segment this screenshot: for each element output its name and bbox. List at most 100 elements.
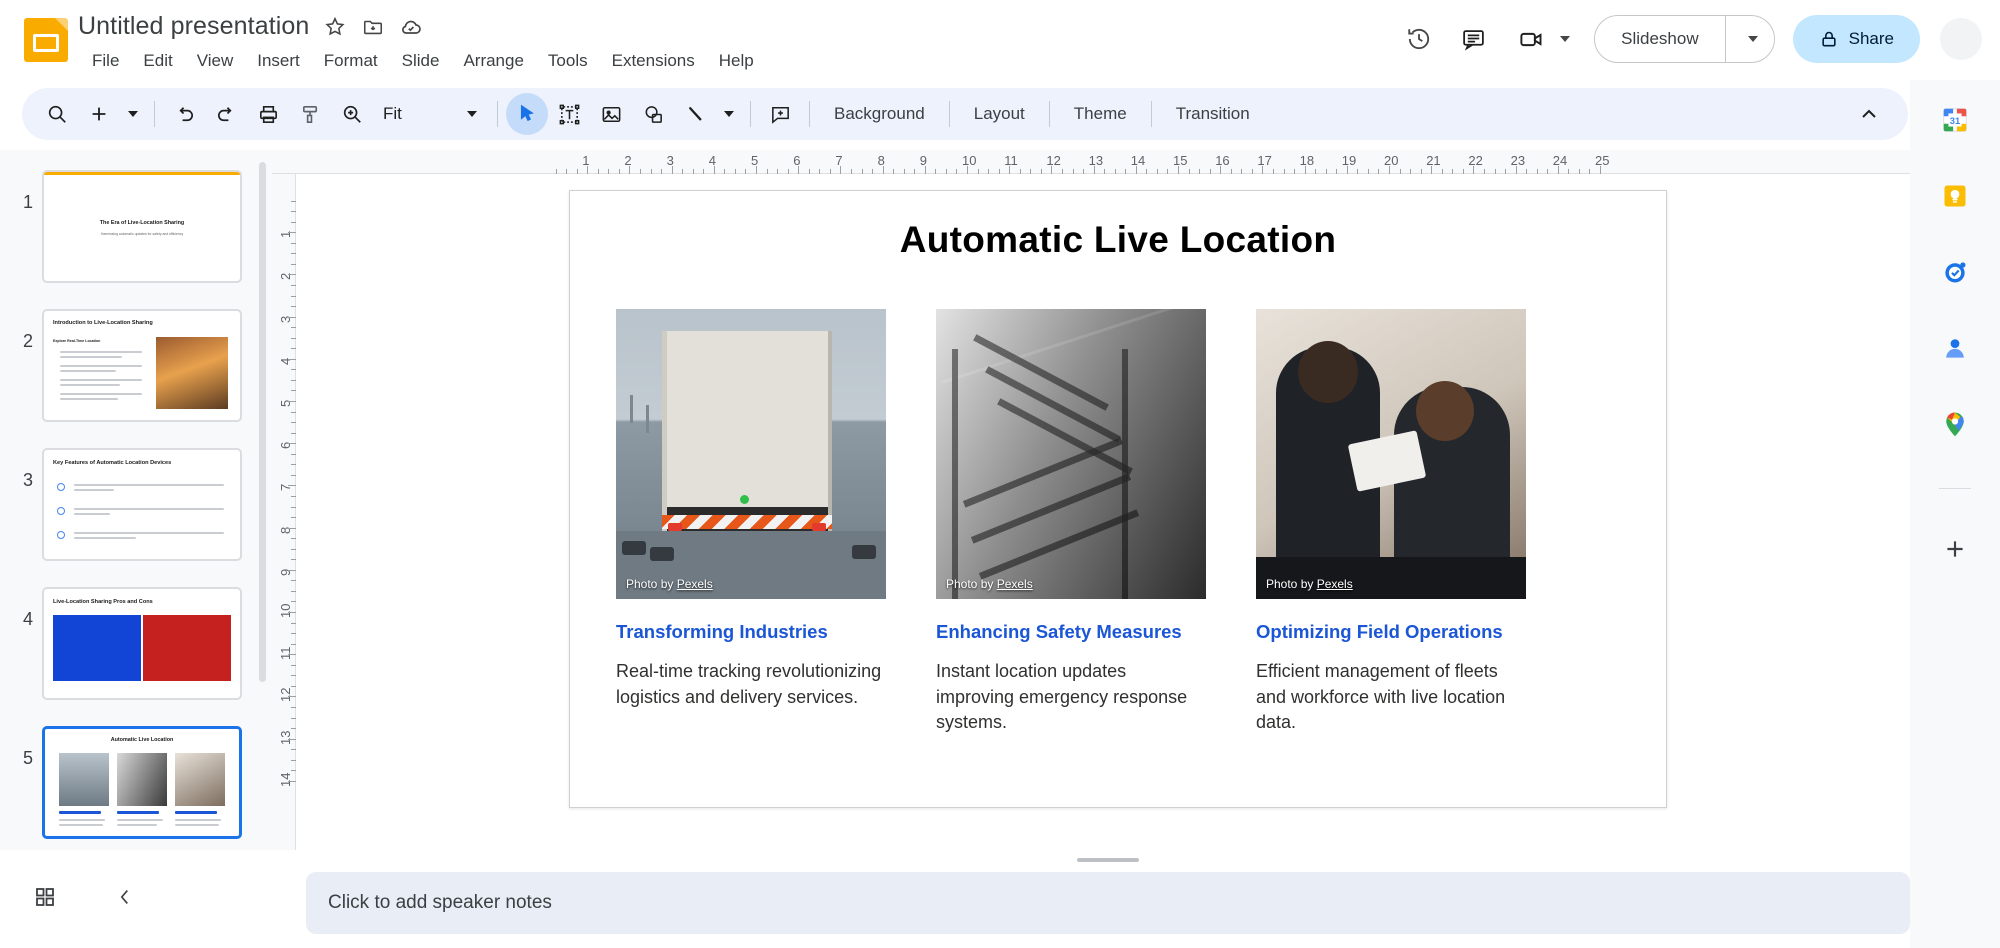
move-to-folder-icon[interactable] <box>361 15 385 39</box>
card-2-heading[interactable]: Enhancing Safety Measures <box>936 621 1206 643</box>
ruler-tick <box>967 166 968 174</box>
card-3-body[interactable]: Efficient management of fleets and workf… <box>1256 659 1526 736</box>
ruler-tick <box>288 358 296 360</box>
ruler-tick-label: 19 <box>1341 153 1357 168</box>
cloud-saved-icon[interactable] <box>399 15 423 39</box>
chevron-down-icon[interactable] <box>1560 36 1571 42</box>
filmstrip-slide-1[interactable]: 1 The Era of Live-Location Sharing Harne… <box>0 164 272 283</box>
theme-button[interactable]: Theme <box>1058 97 1143 131</box>
grid-view-icon[interactable] <box>28 880 62 914</box>
speaker-notes-area[interactable]: Click to add speaker notes <box>306 872 1910 934</box>
menu-slide[interactable]: Slide <box>390 48 452 74</box>
menu-help[interactable]: Help <box>707 48 766 74</box>
print-icon[interactable] <box>247 93 289 135</box>
menu-extensions[interactable]: Extensions <box>600 48 707 74</box>
insert-image-icon[interactable] <box>590 93 632 135</box>
google-keep-icon[interactable] <box>1939 180 1971 212</box>
card-1-heading[interactable]: Transforming Industries <box>616 621 886 643</box>
slide-title[interactable]: Automatic Live Location <box>570 219 1666 261</box>
ruler-tick-label: 24 <box>1552 153 1568 168</box>
meet-camera-icon[interactable] <box>1508 16 1554 62</box>
toolbar-divider <box>497 101 498 127</box>
redo-icon[interactable] <box>205 93 247 135</box>
new-slide-icon[interactable] <box>78 93 120 135</box>
collapse-filmstrip-icon[interactable] <box>108 880 142 914</box>
google-calendar-icon[interactable]: 31 <box>1939 104 1971 136</box>
version-history-icon[interactable] <box>1396 16 1442 62</box>
menu-tools[interactable]: Tools <box>536 48 600 74</box>
slide-thumbnail[interactable]: Introduction to Live-Location Sharing Ex… <box>42 309 242 422</box>
ruler-tick-label: 13 <box>1088 153 1104 168</box>
slide-thumbnail[interactable]: Live-Location Sharing Pros and Cons <box>42 587 242 700</box>
menu-edit[interactable]: Edit <box>131 48 184 74</box>
card-3[interactable]: Photo by Pexels Optimizing Field Operati… <box>1256 309 1526 736</box>
google-tasks-icon[interactable] <box>1939 256 1971 288</box>
card-1-image[interactable]: Photo by Pexels <box>616 309 886 599</box>
filmstrip-slide-4[interactable]: 4 Live-Location Sharing Pros and Cons <box>0 581 272 700</box>
line-icon[interactable] <box>674 93 716 135</box>
slideshow-button[interactable]: Slideshow <box>1595 16 1725 62</box>
zoom-level-select[interactable]: Fit <box>373 95 489 133</box>
ruler-tick <box>1389 166 1390 174</box>
ruler-tick-label: 21 <box>1426 153 1441 168</box>
menu-file[interactable]: File <box>80 48 131 74</box>
text-box-icon[interactable] <box>548 93 590 135</box>
slideshow-options-button[interactable] <box>1726 16 1774 62</box>
chevron-down-icon <box>128 111 138 117</box>
menu-format[interactable]: Format <box>312 48 390 74</box>
slide-thumbnail-selected[interactable]: Automatic Live Location <box>42 726 242 839</box>
credit-link[interactable]: Pexels <box>997 577 1033 591</box>
card-2[interactable]: Photo by Pexels Enhancing Safety Measure… <box>936 309 1206 736</box>
share-button[interactable]: Share <box>1792 15 1920 63</box>
zoom-icon[interactable] <box>331 93 373 135</box>
card-1-body[interactable]: Real-time tracking revolutionizing logis… <box>616 659 886 710</box>
meet-button[interactable] <box>1504 16 1574 62</box>
comment-icon[interactable] <box>1450 16 1496 62</box>
filmstrip-slide-3[interactable]: 3 Key Features of Automatic Location Dev… <box>0 442 272 561</box>
search-icon[interactable] <box>36 93 78 135</box>
menu-view[interactable]: View <box>185 48 246 74</box>
menu-arrange[interactable]: Arrange <box>451 48 535 74</box>
transition-button[interactable]: Transition <box>1160 97 1266 131</box>
avatar[interactable] <box>1940 18 1982 60</box>
filmstrip-scrollbar[interactable] <box>259 162 266 682</box>
notes-resize-handle[interactable] <box>1077 858 1139 862</box>
zoom-dropdown-icon[interactable] <box>455 95 489 133</box>
add-comment-icon[interactable] <box>759 93 801 135</box>
new-slide-dropdown-icon[interactable] <box>120 93 146 135</box>
line-dropdown-icon[interactable] <box>716 93 742 135</box>
background-button[interactable]: Background <box>818 97 941 131</box>
credit-link[interactable]: Pexels <box>677 577 713 591</box>
ruler-tick <box>288 696 296 698</box>
shape-icon[interactable] <box>632 93 674 135</box>
menu-insert[interactable]: Insert <box>245 48 312 74</box>
credit-link[interactable]: Pexels <box>1317 577 1353 591</box>
card-3-image[interactable]: Photo by Pexels <box>1256 309 1526 599</box>
rail-divider <box>1939 488 1971 489</box>
paint-format-icon[interactable] <box>289 93 331 135</box>
slide-thumbnail[interactable]: The Era of Live-Location Sharing Harness… <box>42 170 242 283</box>
card-2-body[interactable]: Instant location updates improving emerg… <box>936 659 1206 736</box>
undo-icon[interactable] <box>163 93 205 135</box>
filmstrip-slide-2[interactable]: 2 Introduction to Live-Location Sharing … <box>0 303 272 422</box>
google-contacts-icon[interactable] <box>1939 332 1971 364</box>
collapse-toolbar-icon[interactable] <box>1848 93 1890 135</box>
ruler-tick-label: 18 <box>1299 153 1315 168</box>
ruler-tick <box>1135 166 1137 174</box>
slide-canvas[interactable]: Automatic Live Location Photo by Pexels … <box>296 174 1910 850</box>
document-title[interactable]: Untitled presentation <box>78 12 309 41</box>
ruler-tick-label: 12 <box>278 687 293 703</box>
add-apps-icon[interactable] <box>1939 533 1971 565</box>
current-slide[interactable]: Automatic Live Location Photo by Pexels … <box>569 190 1667 808</box>
star-icon[interactable] <box>323 15 347 39</box>
layout-button[interactable]: Layout <box>958 97 1041 131</box>
ruler-tick <box>713 166 715 174</box>
card-1[interactable]: Photo by Pexels Transforming Industries … <box>616 309 886 736</box>
slide-thumbnail[interactable]: Key Features of Automatic Location Devic… <box>42 448 242 561</box>
google-maps-icon[interactable] <box>1939 408 1971 440</box>
card-3-heading[interactable]: Optimizing Field Operations <box>1256 621 1526 643</box>
card-2-image[interactable]: Photo by Pexels <box>936 309 1206 599</box>
filmstrip-slide-5[interactable]: 5 Automatic Live Location <box>0 720 272 839</box>
select-cursor-icon[interactable] <box>506 93 548 135</box>
slide-filmstrip[interactable]: 1 The Era of Live-Location Sharing Harne… <box>0 150 272 850</box>
